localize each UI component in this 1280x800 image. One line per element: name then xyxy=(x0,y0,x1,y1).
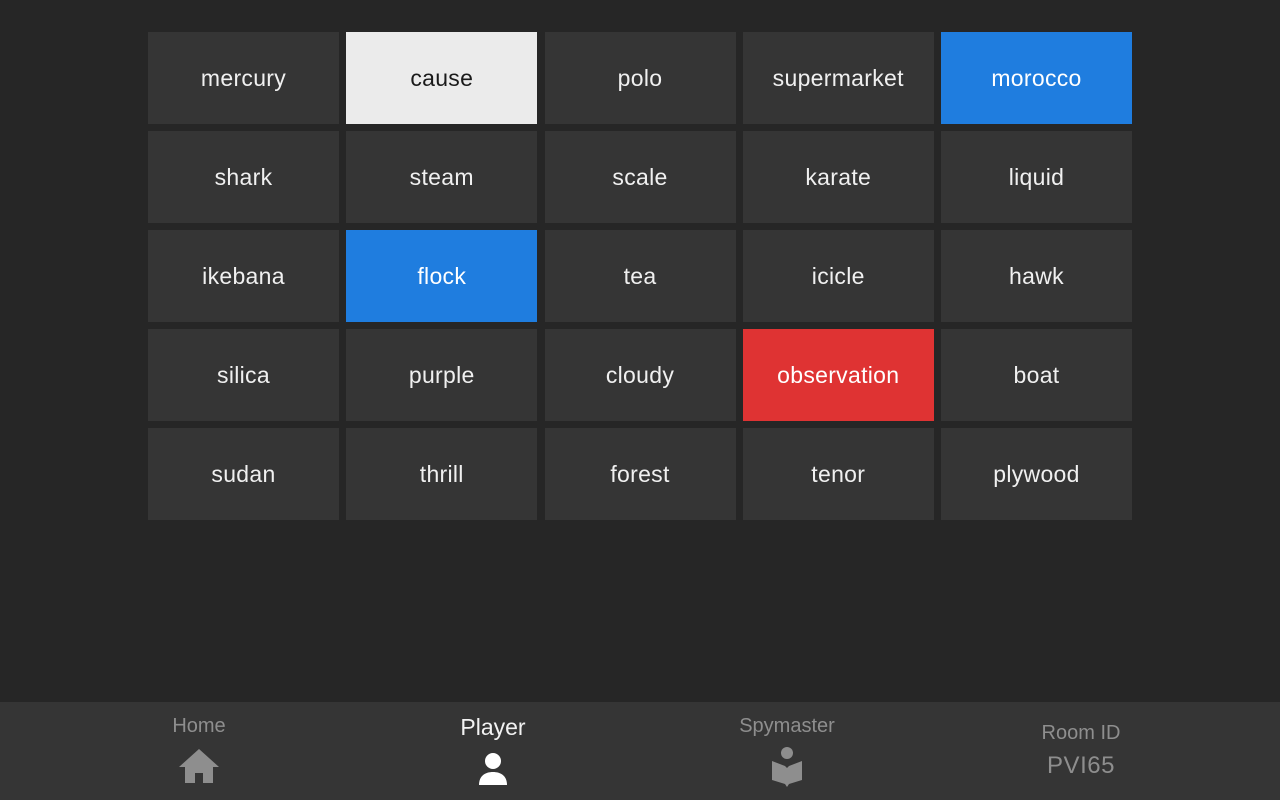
word-card[interactable]: forest xyxy=(544,428,736,520)
word-card[interactable]: karate xyxy=(742,131,934,223)
card-word: tenor xyxy=(811,460,866,487)
word-card[interactable]: flock xyxy=(346,230,538,322)
word-card[interactable]: polo xyxy=(544,32,736,124)
card-word: thrill xyxy=(419,460,464,487)
nav-player-button[interactable]: Player xyxy=(393,702,593,800)
bottom-nav-bar: Home Player Spymaster Room ID PVI65 xyxy=(0,702,1280,800)
card-word: cause xyxy=(410,64,474,91)
card-word: morocco xyxy=(991,64,1082,91)
word-card[interactable]: purple xyxy=(346,329,538,421)
person-icon xyxy=(471,751,515,791)
card-word: scale xyxy=(612,163,668,190)
word-card[interactable]: supermarket xyxy=(742,32,934,124)
card-word: flock xyxy=(417,262,467,289)
reader-icon xyxy=(765,746,809,787)
card-word: shark xyxy=(214,163,273,190)
card-word: liquid xyxy=(1008,163,1065,190)
word-card[interactable]: tea xyxy=(544,230,736,322)
word-card[interactable]: hawk xyxy=(941,230,1132,322)
nav-home-button[interactable]: Home xyxy=(99,702,299,800)
card-word: ikebana xyxy=(202,262,285,289)
card-word: cloudy xyxy=(605,361,675,388)
nav-spymaster-label: Spymaster xyxy=(739,715,835,737)
card-word: steam xyxy=(409,163,474,190)
word-card[interactable]: scale xyxy=(544,131,736,223)
card-word: polo xyxy=(617,64,663,91)
card-word: purple xyxy=(408,361,475,388)
word-card[interactable]: tenor xyxy=(742,428,934,520)
word-card[interactable]: liquid xyxy=(941,131,1132,223)
card-word: observation xyxy=(777,361,900,388)
card-word: sudan xyxy=(211,460,276,487)
card-word: icicle xyxy=(811,262,865,289)
nav-home-label: Home xyxy=(172,715,226,737)
card-word: boat xyxy=(1013,361,1060,388)
word-card[interactable]: plywood xyxy=(941,428,1132,520)
card-word: plywood xyxy=(993,460,1080,487)
word-card[interactable]: cloudy xyxy=(544,329,736,421)
word-card[interactable]: sudan xyxy=(148,428,339,520)
word-card[interactable]: steam xyxy=(346,131,538,223)
word-card[interactable]: cause xyxy=(346,32,538,124)
word-card[interactable]: morocco xyxy=(941,32,1132,124)
card-word: hawk xyxy=(1009,262,1064,289)
card-word: karate xyxy=(805,163,872,190)
word-card[interactable]: ikebana xyxy=(148,230,339,322)
card-word: silica xyxy=(217,361,270,388)
word-card[interactable]: silica xyxy=(148,329,339,421)
nav-player-label: Player xyxy=(460,714,526,740)
card-word: tea xyxy=(623,262,657,289)
word-card[interactable]: mercury xyxy=(148,32,339,124)
word-card[interactable]: observation xyxy=(742,329,934,421)
card-word: mercury xyxy=(200,64,287,91)
game-board: mercury cause polo supermarket morocco s… xyxy=(148,32,1132,520)
room-id-value: PVI65 xyxy=(1047,752,1115,779)
word-card[interactable]: thrill xyxy=(346,428,538,520)
home-icon xyxy=(177,747,221,787)
room-info: Room ID PVI65 xyxy=(981,702,1181,800)
word-card[interactable]: icicle xyxy=(742,230,934,322)
word-card[interactable]: boat xyxy=(941,329,1132,421)
room-id-label: Room ID xyxy=(1041,722,1121,744)
card-word: forest xyxy=(610,460,670,487)
word-card[interactable]: shark xyxy=(148,131,339,223)
nav-spymaster-button[interactable]: Spymaster xyxy=(687,702,887,800)
card-word: supermarket xyxy=(772,64,904,91)
